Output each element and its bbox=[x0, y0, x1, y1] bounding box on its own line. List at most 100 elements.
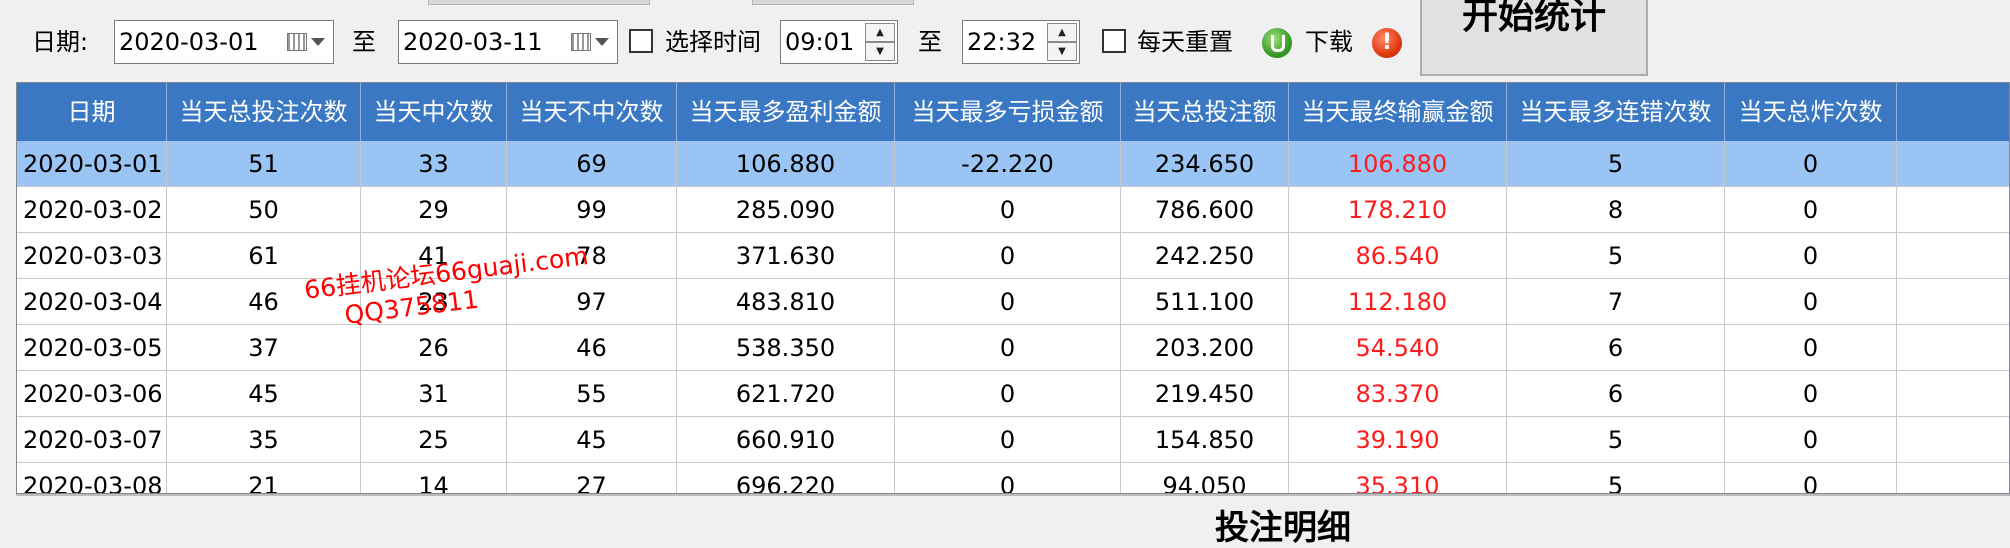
start-statistics-button[interactable]: 开始统计 bbox=[1420, 0, 1648, 76]
column-header-max-loss[interactable]: 当天最多亏损金额 bbox=[895, 83, 1121, 141]
cell-losses: 55 bbox=[507, 371, 677, 417]
cell-max-loss: 0 bbox=[895, 233, 1121, 279]
chevron-down-icon bbox=[311, 38, 325, 46]
cell-max-loss: -22.220 bbox=[895, 141, 1121, 187]
calendar-icon bbox=[287, 33, 307, 51]
cell-max-streak: 6 bbox=[1507, 325, 1725, 371]
end-date-dropdown-button[interactable] bbox=[563, 21, 617, 63]
spin-up-button[interactable]: ▲ bbox=[865, 23, 895, 42]
cell-max-profit: 371.630 bbox=[677, 233, 895, 279]
download-icon[interactable] bbox=[1262, 28, 1292, 58]
cell-bets: 21 bbox=[167, 463, 361, 493]
table-row[interactable]: 2020-03-02 50 29 99 285.090 0 786.600 178.210 8 0 bbox=[17, 187, 2009, 233]
spin-down-button[interactable]: ▼ bbox=[1047, 42, 1077, 61]
start-time-value: 09:01 bbox=[785, 28, 855, 56]
cell-filler bbox=[1897, 141, 2009, 187]
chevron-down-icon bbox=[595, 38, 609, 46]
cell-final-result: 39.190 bbox=[1289, 417, 1507, 463]
cell-losses: 99 bbox=[507, 187, 677, 233]
table-row[interactable]: 2020-03-08 21 14 27 696.220 0 94.050 35.310 5 0 bbox=[17, 463, 2009, 493]
start-date-dropdown-button[interactable] bbox=[279, 21, 333, 63]
cell-total-bust: 0 bbox=[1725, 371, 1897, 417]
cell-max-profit: 660.910 bbox=[677, 417, 895, 463]
cell-max-loss: 0 bbox=[895, 371, 1121, 417]
spin-down-button[interactable]: ▼ bbox=[865, 42, 895, 61]
tab-stub-2[interactable] bbox=[752, 0, 914, 5]
cell-max-loss: 0 bbox=[895, 279, 1121, 325]
cell-final-result: 178.210 bbox=[1289, 187, 1507, 233]
table-row[interactable]: 2020-03-01 51 33 69 106.880 -22.220 234.650 106… bbox=[17, 141, 2009, 187]
date-label: 日期: bbox=[32, 28, 89, 56]
to-label-dates: 至 bbox=[352, 28, 376, 56]
cell-filler bbox=[1897, 371, 2009, 417]
cell-total-bust: 0 bbox=[1725, 325, 1897, 371]
cell-wins: 31 bbox=[361, 371, 507, 417]
alert-icon[interactable]: ! bbox=[1372, 28, 1402, 58]
cell-date: 2020-03-08 bbox=[17, 463, 167, 493]
column-header-max-streak[interactable]: 当天最多连错次数 bbox=[1507, 83, 1725, 141]
cell-date: 2020-03-03 bbox=[17, 233, 167, 279]
start-time-stepper[interactable]: 09:01 ▲ ▼ bbox=[780, 20, 898, 64]
cell-max-profit: 621.720 bbox=[677, 371, 895, 417]
cell-max-loss: 0 bbox=[895, 417, 1121, 463]
cell-total-bet: 242.250 bbox=[1121, 233, 1289, 279]
cell-date: 2020-03-05 bbox=[17, 325, 167, 371]
start-date-picker[interactable]: 2020-03-01 bbox=[114, 20, 334, 64]
cell-wins: 25 bbox=[361, 417, 507, 463]
cell-total-bet: 94.050 bbox=[1121, 463, 1289, 493]
cell-max-profit: 285.090 bbox=[677, 187, 895, 233]
column-header-total-bet[interactable]: 当天总投注额 bbox=[1121, 83, 1289, 141]
cell-date: 2020-03-04 bbox=[17, 279, 167, 325]
daily-reset-checkbox[interactable] bbox=[1102, 29, 1126, 53]
cell-filler bbox=[1897, 279, 2009, 325]
stats-grid[interactable]: 日期 当天总投注次数 当天中次数 当天不中次数 当天最多盈利金额 当天最多亏损金额 当天总投… bbox=[16, 82, 2010, 494]
detail-panel-title: 投注明细 bbox=[1215, 508, 1351, 548]
column-header-losses[interactable]: 当天不中次数 bbox=[507, 83, 677, 141]
cell-wins: 26 bbox=[361, 325, 507, 371]
cell-date: 2020-03-01 bbox=[17, 141, 167, 187]
cell-filler bbox=[1897, 233, 2009, 279]
cell-max-profit: 696.220 bbox=[677, 463, 895, 493]
cell-wins: 29 bbox=[361, 187, 507, 233]
cell-total-bust: 0 bbox=[1725, 279, 1897, 325]
cell-total-bust: 0 bbox=[1725, 463, 1897, 493]
select-time-label: 选择时间 bbox=[665, 28, 761, 56]
cell-final-result: 83.370 bbox=[1289, 371, 1507, 417]
cell-date: 2020-03-06 bbox=[17, 371, 167, 417]
spin-up-button[interactable]: ▲ bbox=[1047, 23, 1077, 42]
download-link[interactable]: 下载 bbox=[1305, 20, 1353, 64]
end-time-spin: ▲ ▼ bbox=[1047, 23, 1077, 61]
end-time-stepper[interactable]: 22:32 ▲ ▼ bbox=[962, 20, 1080, 64]
cell-total-bust: 0 bbox=[1725, 417, 1897, 463]
tab-stub-1[interactable] bbox=[428, 0, 650, 5]
table-row[interactable]: 2020-03-07 35 25 45 660.910 0 154.850 39.190 5 0 bbox=[17, 417, 2009, 463]
column-header-final-result[interactable]: 当天最终输赢金额 bbox=[1289, 83, 1507, 141]
table-row[interactable]: 2020-03-05 37 26 46 538.350 0 203.200 54.540 6 0 bbox=[17, 325, 2009, 371]
column-header-bets[interactable]: 当天总投注次数 bbox=[167, 83, 361, 141]
cell-max-profit: 538.350 bbox=[677, 325, 895, 371]
cell-losses: 27 bbox=[507, 463, 677, 493]
cell-total-bet: 154.850 bbox=[1121, 417, 1289, 463]
select-time-checkbox[interactable] bbox=[629, 29, 653, 53]
cell-total-bet: 786.600 bbox=[1121, 187, 1289, 233]
cell-max-profit: 106.880 bbox=[677, 141, 895, 187]
column-header-wins[interactable]: 当天中次数 bbox=[361, 83, 507, 141]
end-date-picker[interactable]: 2020-03-11 bbox=[398, 20, 618, 64]
daily-reset-label: 每天重置 bbox=[1137, 28, 1233, 56]
column-header-max-profit[interactable]: 当天最多盈利金额 bbox=[677, 83, 895, 141]
cell-losses: 45 bbox=[507, 417, 677, 463]
end-date-value: 2020-03-11 bbox=[403, 28, 543, 56]
cell-filler bbox=[1897, 325, 2009, 371]
cell-wins: 14 bbox=[361, 463, 507, 493]
column-header-date[interactable]: 日期 bbox=[17, 83, 167, 141]
cell-max-loss: 0 bbox=[895, 187, 1121, 233]
column-header-total-bust[interactable]: 当天总炸次数 bbox=[1725, 83, 1897, 141]
grid-header: 日期 当天总投注次数 当天中次数 当天不中次数 当天最多盈利金额 当天最多亏损金额 当天总投… bbox=[17, 83, 2009, 141]
cell-filler bbox=[1897, 187, 2009, 233]
cell-max-profit: 483.810 bbox=[677, 279, 895, 325]
cell-max-loss: 0 bbox=[895, 463, 1121, 493]
toolbar: 日期: 2020-03-01 至 2020-03-11 选择时间 09:01 ▲… bbox=[0, 0, 2010, 82]
table-row[interactable]: 2020-03-06 45 31 55 621.720 0 219.450 83.370 6 0 bbox=[17, 371, 2009, 417]
cell-max-streak: 8 bbox=[1507, 187, 1725, 233]
cell-losses: 46 bbox=[507, 325, 677, 371]
